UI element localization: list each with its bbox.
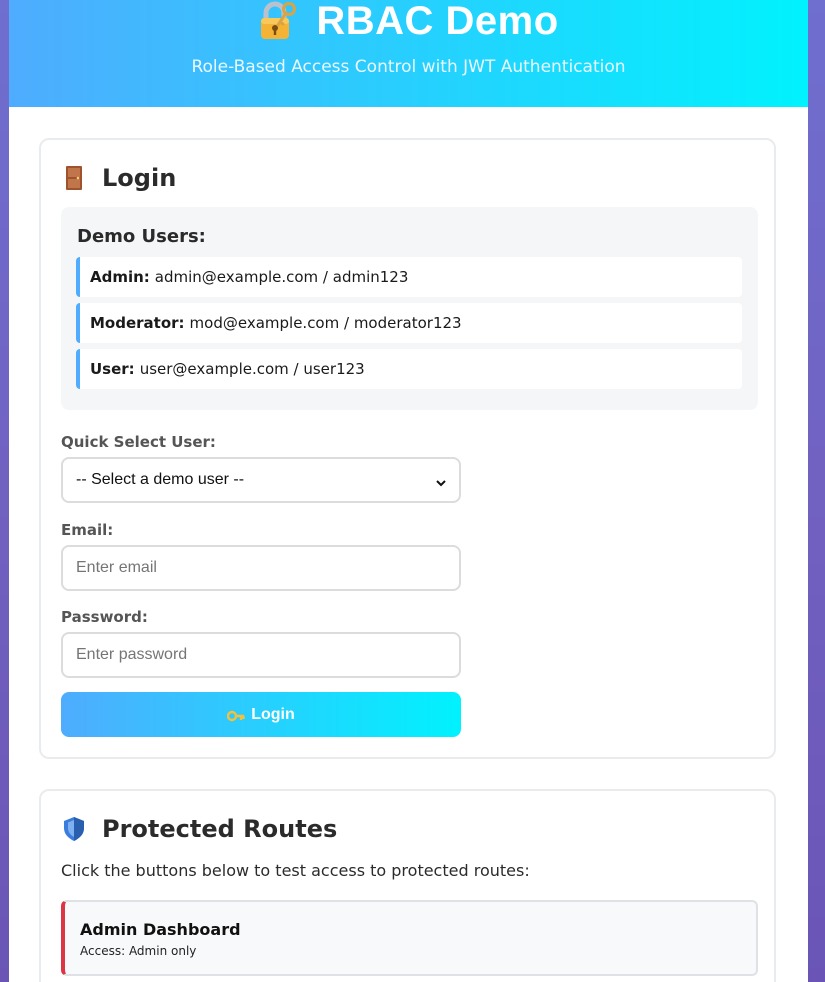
- protected-routes-card: Protected Routes Click the buttons below…: [39, 789, 776, 982]
- page-subtitle: Role-Based Access Control with JWT Authe…: [191, 57, 626, 77]
- demo-users-heading: Demo Users:: [77, 226, 206, 247]
- demo-user-role: Admin:: [90, 268, 150, 286]
- demo-user-moderator: Moderator: mod@example.com / moderator12…: [76, 303, 742, 343]
- page-title: RBAC Demo: [316, 0, 559, 43]
- app-container: RBAC Demo Role-Based Access Control with…: [9, 0, 808, 982]
- routes-title-text: Protected Routes: [102, 815, 338, 843]
- door-icon: [63, 165, 85, 191]
- quick-select-dropdown[interactable]: -- Select a demo user --: [61, 457, 461, 503]
- demo-user-role: User:: [90, 360, 135, 378]
- demo-user-admin: Admin: admin@example.com / admin123: [76, 257, 742, 297]
- demo-user-credentials: user@example.com / user123: [139, 360, 365, 378]
- quick-select-value: -- Select a demo user --: [76, 471, 245, 488]
- page-header: RBAC Demo Role-Based Access Control with…: [9, 0, 808, 107]
- route-admin-dashboard[interactable]: Admin Dashboard Access: Admin only: [61, 900, 758, 976]
- route-name: Admin Dashboard: [80, 920, 241, 939]
- route-access: Access: Admin only: [80, 944, 197, 958]
- demo-user-credentials: mod@example.com / moderator123: [189, 314, 462, 332]
- chevron-down-icon: [436, 475, 446, 487]
- routes-card-title: Protected Routes: [63, 815, 337, 843]
- demo-user-role: Moderator:: [90, 314, 185, 332]
- login-card-title: Login: [63, 164, 176, 192]
- quick-select-label: Quick Select User:: [61, 433, 216, 451]
- email-field[interactable]: Enter email: [61, 545, 461, 591]
- key-icon: [227, 709, 245, 721]
- lock-with-key-icon: [258, 1, 297, 41]
- email-placeholder: Enter email: [76, 559, 157, 576]
- demo-user-credentials: admin@example.com / admin123: [154, 268, 409, 286]
- routes-intro-text: Click the buttons below to test access t…: [61, 861, 530, 880]
- login-title-text: Login: [102, 164, 177, 192]
- password-placeholder: Enter password: [76, 646, 188, 663]
- email-label: Email:: [61, 521, 114, 539]
- login-button[interactable]: Login: [61, 692, 461, 737]
- login-card: Login Demo Users: Admin: admin@example.c…: [39, 138, 776, 759]
- password-field[interactable]: Enter password: [61, 632, 461, 678]
- shield-icon: [63, 816, 85, 842]
- demo-users-panel: Demo Users: Admin: admin@example.com / a…: [61, 207, 758, 410]
- header-title-row: RBAC Demo: [9, 0, 808, 46]
- password-label: Password:: [61, 608, 148, 626]
- demo-user-user: User: user@example.com / user123: [76, 349, 742, 389]
- login-button-label: Login: [251, 705, 295, 723]
